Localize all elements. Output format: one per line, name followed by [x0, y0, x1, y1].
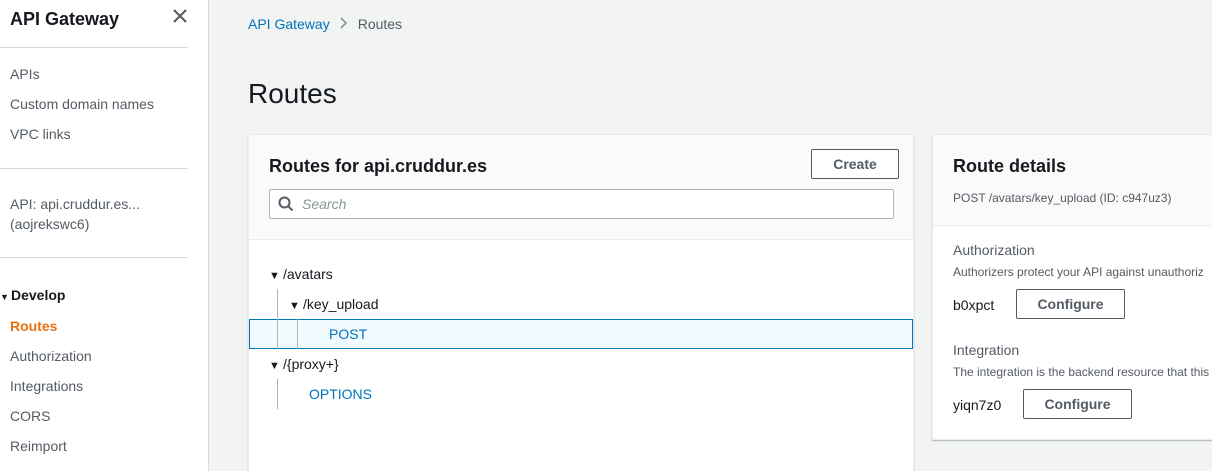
sidebar-item-apis[interactable]: APIs	[10, 65, 40, 83]
search-box	[269, 189, 894, 219]
routes-panel-title: Routes for api.cruddur.es	[269, 156, 488, 176]
integration-label: Integration	[953, 342, 1020, 358]
tree-guide-line	[277, 289, 278, 319]
breadcrumb-api-gateway[interactable]: API Gateway	[248, 16, 330, 32]
breadcrumb-current: Routes	[357, 16, 403, 32]
tree-guide-line	[277, 319, 278, 349]
caret-down-icon[interactable]: ▼	[269, 261, 283, 291]
sidebar-header: API Gateway	[10, 8, 200, 32]
authorization-label: Authorization	[953, 242, 1035, 258]
create-button[interactable]: Create	[811, 149, 899, 179]
route-details-header: Route details POST /avatars/key_upload (…	[933, 135, 1212, 226]
integration-description: The integration is the backend resource …	[953, 365, 1210, 379]
integration-configure-button[interactable]: Configure	[1023, 389, 1132, 419]
sidebar-item-cors[interactable]: CORS	[10, 407, 50, 425]
sidebar: API Gateway APIs Custom domain names VPC…	[0, 0, 209, 471]
sidebar-item-integrations[interactable]: Integrations	[10, 377, 83, 395]
sidebar-title: API Gateway	[10, 9, 120, 29]
sidebar-section-develop[interactable]: ▼ Develop	[0, 286, 65, 306]
authorization-configure-button[interactable]: Configure	[1016, 289, 1125, 319]
route-details-title: Route details	[953, 156, 1067, 176]
routes-panel: Routes for api.cruddur.es Create ▼/avata…	[248, 134, 914, 471]
sidebar-item-authorization[interactable]: Authorization	[10, 347, 92, 365]
caret-down-icon[interactable]: ▼	[269, 351, 283, 381]
sidebar-divider	[0, 168, 188, 169]
route-proxy[interactable]: ▼/{proxy+}	[269, 349, 339, 379]
page-title: Routes	[248, 78, 337, 109]
sidebar-api-name[interactable]: API: api.cruddur.es...	[10, 195, 140, 213]
sidebar-item-custom-domain-names[interactable]: Custom domain names	[10, 95, 154, 113]
authorization-value: b0xpct	[953, 297, 995, 313]
routes-panel-header: Routes for api.cruddur.es Create	[249, 135, 913, 240]
integration-value: yiqn7z0	[953, 397, 1002, 413]
sidebar-item-reimport[interactable]: Reimport	[10, 437, 67, 455]
route-key-upload[interactable]: ▼/key_upload	[289, 289, 379, 319]
route-details-subtitle: POST /avatars/key_upload (ID: c947uz3)	[953, 191, 1172, 205]
breadcrumb: API Gateway Routes	[248, 15, 402, 33]
search-input[interactable]	[302, 194, 882, 214]
route-path: /key_upload	[303, 296, 379, 312]
route-avatars[interactable]: ▼/avatars	[269, 259, 333, 289]
search-icon	[278, 196, 294, 212]
sidebar-divider	[0, 47, 188, 48]
tree-guide-line	[297, 319, 298, 349]
sidebar-api-id: (aojrekswc6)	[10, 216, 90, 232]
sidebar-section-label: Develop	[11, 287, 66, 303]
route-path: /{proxy+}	[283, 356, 339, 372]
tree-guide-line	[277, 379, 278, 409]
chevron-right-icon	[340, 15, 348, 33]
caret-down-icon[interactable]: ▼	[289, 291, 303, 321]
route-method-post[interactable]: POST	[329, 319, 367, 349]
route-details-panel: Route details POST /avatars/key_upload (…	[932, 134, 1212, 440]
close-icon[interactable]	[170, 6, 190, 26]
sidebar-divider	[0, 257, 188, 258]
route-path: /avatars	[283, 266, 333, 282]
caret-down-icon: ▼	[0, 292, 9, 302]
sidebar-item-vpc-links[interactable]: VPC links	[10, 125, 71, 143]
authorization-description: Authorizers protect your API against una…	[953, 265, 1204, 279]
sidebar-item-routes[interactable]: Routes	[10, 317, 57, 335]
route-method-options[interactable]: OPTIONS	[309, 379, 372, 409]
